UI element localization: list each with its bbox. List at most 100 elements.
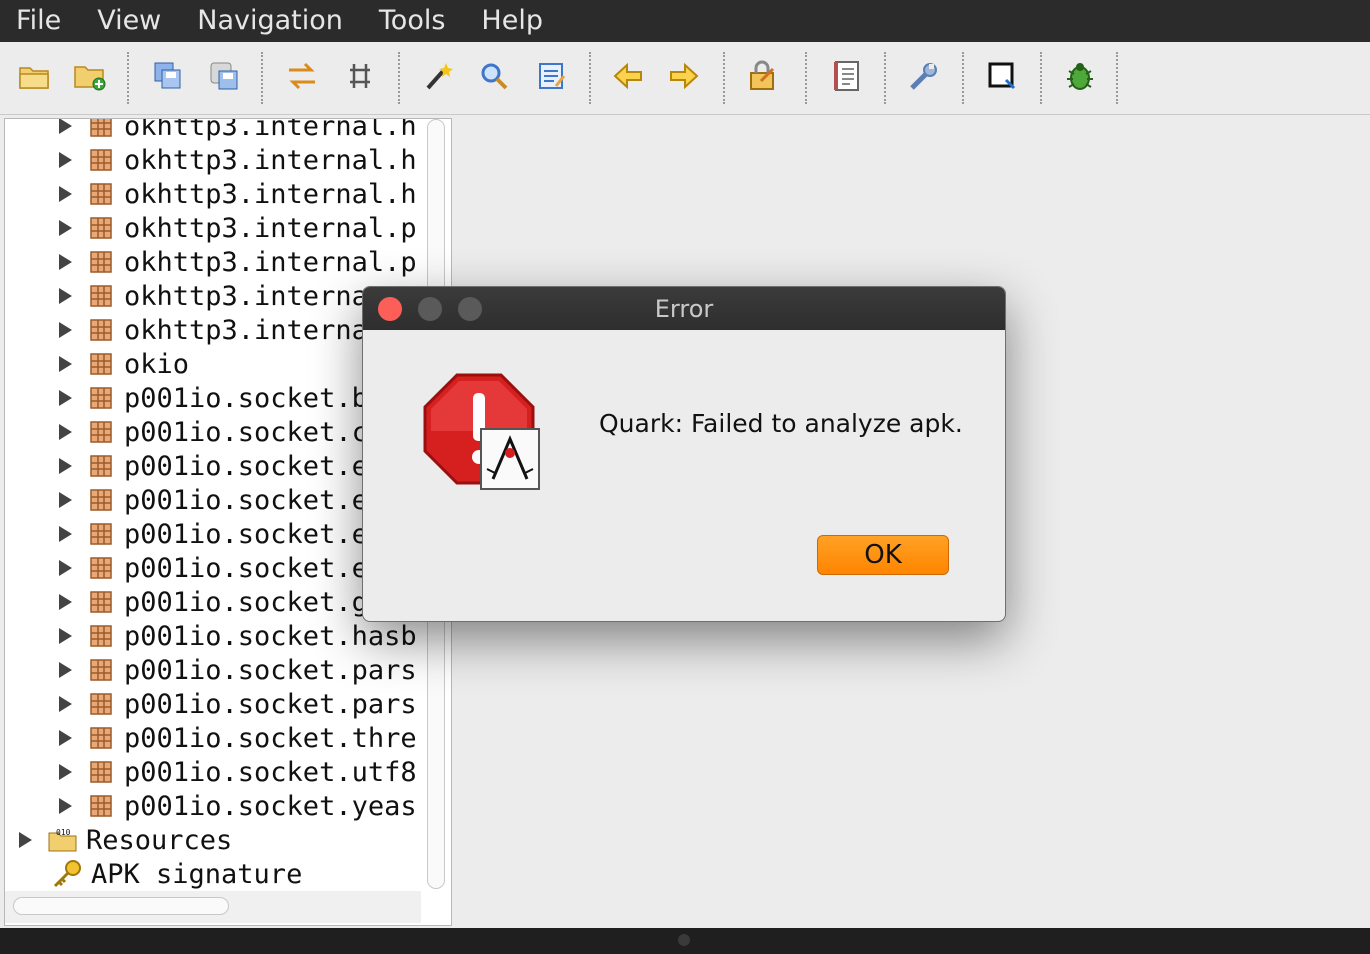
tree-item-package[interactable]: okhttp3.internal.p — [59, 211, 417, 245]
sync-button[interactable] — [284, 58, 320, 94]
expand-arrow-icon[interactable] — [59, 560, 72, 576]
debug-bug-icon — [1067, 63, 1093, 90]
expand-arrow-icon[interactable] — [59, 526, 72, 542]
tree-item-label: okhttp3.internal.h — [124, 118, 417, 142]
expand-arrow-icon[interactable] — [59, 119, 72, 134]
expand-arrow-icon[interactable] — [59, 764, 72, 780]
menu-tools[interactable]: Tools — [361, 0, 464, 42]
export-button[interactable] — [206, 58, 242, 94]
tree-item-package[interactable]: p001io.socket.c — [59, 415, 368, 449]
splitter-handle[interactable] — [678, 934, 690, 946]
tree-item-package[interactable]: p001io.socket.e — [59, 449, 368, 483]
expand-arrow-icon[interactable] — [59, 662, 72, 678]
package-icon — [90, 353, 112, 375]
expand-arrow-icon[interactable] — [59, 458, 72, 474]
tree-item-package[interactable]: okio — [59, 347, 189, 381]
tree-item-label: p001io.socket.utf8 — [124, 756, 417, 788]
tree-item-package[interactable]: okhttp3.internal.h — [59, 177, 417, 211]
expand-arrow-icon[interactable] — [59, 390, 72, 406]
tree-item-label: p001io.socket.thre — [124, 722, 417, 754]
toolbar-separator — [962, 52, 964, 104]
toolbar-separator — [589, 52, 591, 104]
tree-item-package[interactable]: p001io.socket.b — [59, 381, 368, 415]
open-file-button[interactable] — [16, 58, 52, 94]
menu-view[interactable]: View — [79, 0, 179, 42]
expand-arrow-icon[interactable] — [59, 254, 72, 270]
package-icon — [90, 183, 112, 205]
dialog-title: Error — [654, 295, 714, 323]
tree-item-package[interactable]: okhttp3.internal.p — [59, 245, 417, 279]
deobfuscation-button[interactable] — [746, 58, 782, 94]
dialog-titlebar: Error — [363, 287, 1005, 330]
expand-arrow-icon[interactable] — [59, 424, 72, 440]
back-arrow-icon — [613, 62, 642, 90]
flatten-packages-button[interactable] — [342, 58, 378, 94]
expand-arrow-icon[interactable] — [59, 186, 72, 202]
package-icon — [90, 285, 112, 307]
package-icon — [90, 149, 112, 171]
tree-item-package[interactable]: p001io.socket.hasb — [59, 619, 417, 653]
add-file-button[interactable] — [72, 58, 108, 94]
tree-item-label: okhttp3.interna — [124, 280, 368, 312]
tree-item-package[interactable]: p001io.socket.e — [59, 517, 368, 551]
tree-item-package[interactable]: okhttp3.internal.h — [59, 143, 417, 177]
back-button[interactable] — [610, 58, 646, 94]
open-file-icon — [19, 67, 49, 89]
tree-item-label: APK signature — [91, 858, 303, 890]
menu-navigation[interactable]: Navigation — [179, 0, 361, 42]
tree-item-package[interactable]: p001io.socket.pars — [59, 653, 417, 687]
expand-arrow-icon[interactable] — [59, 220, 72, 236]
tree-item-package[interactable]: p001io.socket.g — [59, 585, 368, 619]
preferences-button[interactable] — [906, 58, 942, 94]
package-icon — [90, 421, 112, 443]
tree-item-package[interactable]: okhttp3.interna — [59, 279, 368, 313]
tree-item-package[interactable]: p001io.socket.utf8 — [59, 755, 417, 789]
package-icon — [90, 217, 112, 239]
magic-wand-icon — [426, 63, 453, 90]
tree-item-apk-signature[interactable]: APK signature — [51, 857, 302, 891]
expand-arrow-icon[interactable] — [59, 696, 72, 712]
log-viewer-button[interactable] — [828, 58, 864, 94]
toolbar-separator — [398, 52, 400, 104]
error-message: Quark: Failed to analyze apk. — [599, 409, 963, 438]
tree-item-package[interactable]: p001io.socket.thre — [59, 721, 417, 755]
tree-item-label: p001io.socket.e — [124, 552, 368, 584]
deobfuscation-icon — [750, 60, 775, 90]
package-icon — [90, 761, 112, 783]
find-class-button[interactable] — [534, 58, 570, 94]
package-icon — [90, 795, 112, 817]
expand-arrow-icon[interactable] — [59, 288, 72, 304]
toolbar-separator — [1116, 52, 1118, 104]
tree-item-label: p001io.socket.g — [124, 586, 368, 618]
tree-item-package[interactable]: p001io.socket.e — [59, 483, 368, 517]
forward-button[interactable] — [666, 58, 702, 94]
horizontal-scrollbar[interactable] — [13, 897, 229, 915]
search-button[interactable] — [476, 58, 512, 94]
menu-help[interactable]: Help — [463, 0, 561, 42]
quark-button[interactable] — [984, 58, 1020, 94]
tree-item-package[interactable]: p001io.socket.e — [59, 551, 368, 585]
expand-arrow-icon[interactable] — [59, 798, 72, 814]
toolbar-separator — [884, 52, 886, 104]
save-all-button[interactable] — [150, 58, 186, 94]
tree-item-package[interactable]: p001io.socket.yeas — [59, 789, 417, 823]
tree-item-package[interactable]: okhttp3.interna — [59, 313, 368, 347]
forward-arrow-icon — [670, 62, 699, 90]
expand-arrow-icon[interactable] — [19, 832, 32, 848]
tree-item-resources[interactable]: 010 Resources — [19, 823, 232, 857]
tree-item-package[interactable]: p001io.socket.pars — [59, 687, 417, 721]
expand-arrow-icon[interactable] — [59, 730, 72, 746]
preferences-wrench-icon — [910, 63, 937, 90]
expand-arrow-icon[interactable] — [59, 628, 72, 644]
expand-arrow-icon[interactable] — [59, 356, 72, 372]
debug-button[interactable] — [1062, 58, 1098, 94]
tree-item-package[interactable]: okhttp3.internal.h — [59, 118, 417, 143]
expand-arrow-icon[interactable] — [59, 152, 72, 168]
expand-arrow-icon[interactable] — [59, 594, 72, 610]
save-all-icon — [154, 62, 181, 89]
menu-file[interactable]: File — [0, 0, 79, 42]
expand-arrow-icon[interactable] — [59, 492, 72, 508]
magic-wand-button[interactable] — [420, 58, 456, 94]
ok-button[interactable]: OK — [817, 535, 949, 575]
expand-arrow-icon[interactable] — [59, 322, 72, 338]
